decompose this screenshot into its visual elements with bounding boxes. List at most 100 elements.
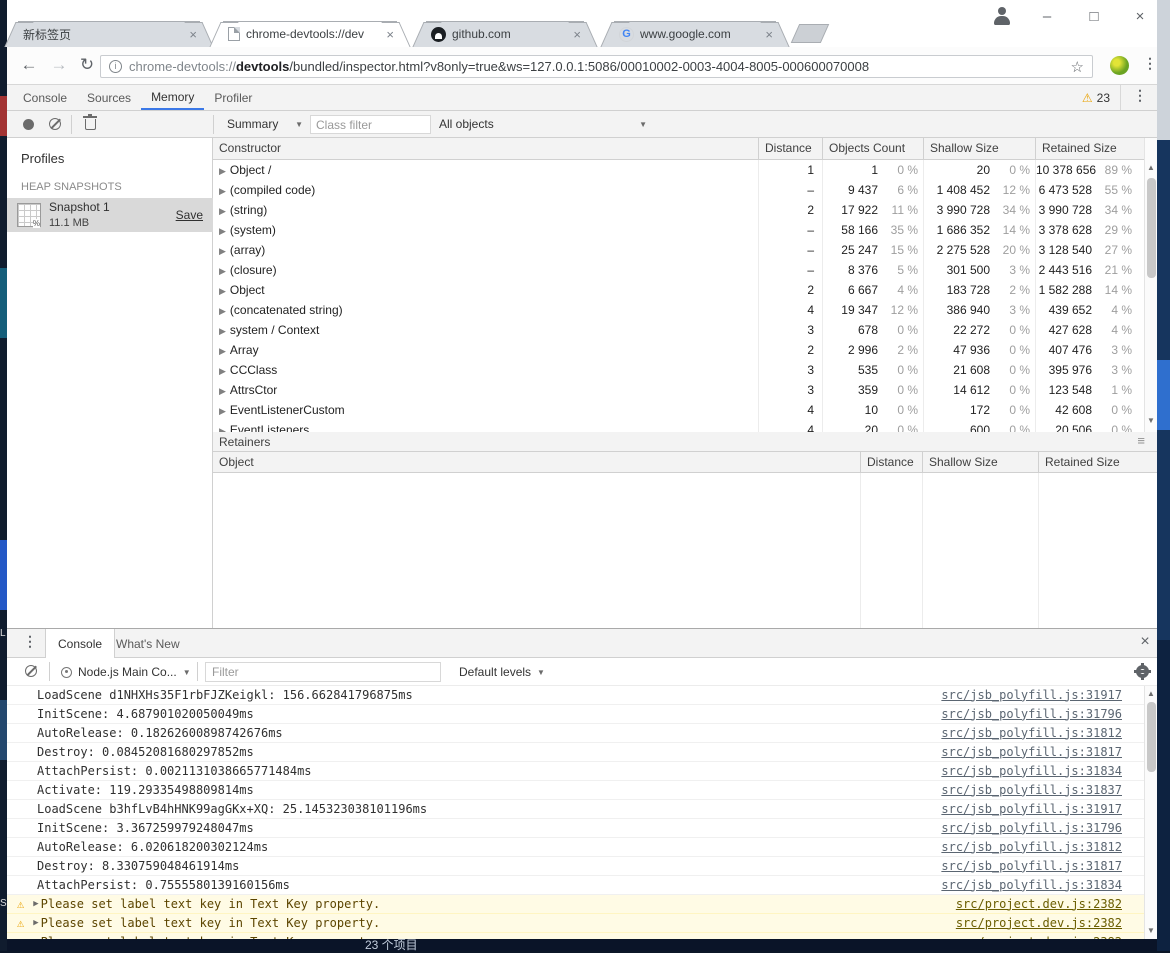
back-button[interactable]: ← — [15, 51, 43, 79]
source-link[interactable]: src/jsb_polyfill.js:31812 — [941, 724, 1122, 743]
heap-table-row[interactable]: ▶system / Context36780 %22 2720 %427 628… — [213, 320, 1157, 340]
retainers-header[interactable]: Retainers ≡ — [213, 432, 1157, 452]
new-tab-button[interactable] — [791, 24, 829, 43]
console-settings-icon[interactable] — [1135, 664, 1150, 679]
log-levels-select[interactable]: Default levels ▼ — [459, 665, 545, 679]
heap-table-row[interactable]: ▶CCClass35350 %21 6080 %395 9763 % — [213, 360, 1157, 380]
heap-table-row[interactable]: ▶(array)–25 24715 %2 275 52820 %3 128 54… — [213, 240, 1157, 260]
col-distance[interactable]: Distance — [860, 452, 922, 472]
browser-tab-google[interactable]: G www.google.com × — [605, 21, 785, 47]
info-icon[interactable]: i — [109, 60, 122, 73]
browser-tab-github[interactable]: github.com × — [417, 21, 593, 47]
browser-tab-devtools[interactable]: chrome-devtools://dev × — [214, 21, 406, 47]
expand-caret-icon[interactable]: ▶ — [219, 206, 226, 216]
constructor-cell[interactable]: ▶CCClass — [213, 360, 758, 380]
browser-menu-icon[interactable]: ⋮ — [1142, 55, 1158, 77]
close-button[interactable]: × — [1125, 5, 1155, 27]
maximize-button[interactable]: □ — [1079, 5, 1109, 27]
constructor-cell[interactable]: ▶system / Context — [213, 320, 758, 340]
tab-close-icon[interactable]: × — [189, 28, 197, 41]
heap-table-row[interactable]: ▶(concatenated string)419 34712 %386 940… — [213, 300, 1157, 320]
source-link[interactable]: src/jsb_polyfill.js:31917 — [941, 800, 1122, 819]
source-link[interactable]: src/project.dev.js:2382 — [956, 895, 1122, 914]
expand-caret-icon[interactable]: ▶ — [33, 914, 38, 933]
expand-caret-icon[interactable]: ▶ — [33, 933, 38, 940]
source-link[interactable]: src/jsb_polyfill.js:31917 — [941, 686, 1122, 705]
expand-caret-icon[interactable]: ▶ — [219, 166, 226, 176]
expand-caret-icon[interactable]: ▶ — [219, 346, 226, 356]
col-object[interactable]: Object — [213, 452, 860, 472]
drawer-tab-whats-new[interactable]: What's New — [104, 629, 192, 658]
source-link[interactable]: src/jsb_polyfill.js:31796 — [941, 705, 1122, 724]
constructor-cell[interactable]: ▶(compiled code) — [213, 180, 758, 200]
heap-table-row[interactable]: ▶Array22 9962 %47 9360 %407 4763 % — [213, 340, 1157, 360]
warnings-badge[interactable]: ⚠ 23 — [1082, 85, 1121, 110]
tab-console[interactable]: Console — [13, 85, 77, 110]
console-filter-input[interactable] — [205, 662, 441, 682]
constructor-cell[interactable]: ▶(concatenated string) — [213, 300, 758, 320]
expand-caret-icon[interactable]: ▶ — [219, 366, 226, 376]
expand-caret-icon[interactable]: ▶ — [219, 386, 226, 396]
address-bar[interactable]: i chrome-devtools://devtools/bundled/ins… — [100, 55, 1093, 78]
scroll-up-icon[interactable]: ▲ — [1145, 163, 1157, 172]
heap-table-row[interactable]: ▶EventListenerCustom4100 %1720 %42 6080 … — [213, 400, 1157, 420]
heap-table-row[interactable]: ▶AttrsCtor33590 %14 6120 %123 5481 % — [213, 380, 1157, 400]
source-link[interactable]: src/jsb_polyfill.js:31812 — [941, 838, 1122, 857]
source-link[interactable]: src/jsb_polyfill.js:31796 — [941, 819, 1122, 838]
snapshot-item[interactable]: Snapshot 1 11.1 MB Save — [7, 198, 213, 232]
source-link[interactable]: src/jsb_polyfill.js:31834 — [941, 762, 1122, 781]
source-link[interactable]: src/jsb_polyfill.js:31834 — [941, 876, 1122, 895]
constructor-cell[interactable]: ▶Object / — [213, 160, 758, 180]
devtools-menu-icon[interactable]: ⋮ — [1133, 87, 1147, 104]
heap-table-row[interactable]: ▶EventListeners4200 %6000 %20 5060 % — [213, 420, 1157, 432]
objects-filter-select[interactable]: All objects ▼ — [439, 117, 647, 131]
expand-caret-icon[interactable]: ▶ — [219, 266, 226, 276]
heap-scrollbar[interactable]: ▲ ▼ — [1144, 138, 1157, 432]
constructor-cell[interactable]: ▶EventListeners — [213, 420, 758, 432]
grip-icon[interactable]: ≡ — [1137, 433, 1145, 448]
expand-caret-icon[interactable]: ▶ — [219, 246, 226, 256]
drawer-menu-icon[interactable]: ⋮ — [23, 633, 37, 650]
extension-icon[interactable] — [1110, 56, 1129, 75]
constructor-cell[interactable]: ▶Array — [213, 340, 758, 360]
scrollbar-thumb[interactable] — [1147, 178, 1156, 278]
col-retained-size[interactable]: Retained Size — [1038, 452, 1157, 472]
col-constructor[interactable]: Constructor — [213, 138, 758, 159]
context-select[interactable]: Node.js Main Co... ▼ — [61, 665, 191, 679]
minimize-button[interactable]: – — [1032, 5, 1062, 27]
bookmark-star-icon[interactable]: ☆ — [1071, 58, 1084, 76]
clear-console-icon[interactable] — [25, 665, 37, 677]
expand-caret-icon[interactable]: ▶ — [219, 186, 226, 196]
constructor-cell[interactable]: ▶(string) — [213, 200, 758, 220]
tab-sources[interactable]: Sources — [77, 85, 141, 110]
source-link[interactable]: src/jsb_polyfill.js:31837 — [941, 781, 1122, 800]
constructor-cell[interactable]: ▶(system) — [213, 220, 758, 240]
expand-caret-icon[interactable]: ▶ — [33, 895, 38, 914]
col-retained-size[interactable]: Retained Size — [1035, 138, 1137, 159]
col-shallow-size[interactable]: Shallow Size — [923, 138, 1035, 159]
constructor-cell[interactable]: ▶EventListenerCustom — [213, 400, 758, 420]
constructor-cell[interactable]: ▶(closure) — [213, 260, 758, 280]
tab-close-icon[interactable]: × — [765, 28, 773, 41]
heap-table-row[interactable]: ▶Object26 6674 %183 7282 %1 582 28814 % — [213, 280, 1157, 300]
constructor-cell[interactable]: ▶(array) — [213, 240, 758, 260]
delete-icon[interactable] — [85, 119, 96, 130]
col-shallow-size[interactable]: Shallow Size — [922, 452, 1038, 472]
heap-table-row[interactable]: ▶(string)217 92211 %3 990 72834 %3 990 7… — [213, 200, 1157, 220]
clear-icon[interactable] — [49, 118, 61, 130]
tab-close-icon[interactable]: × — [386, 28, 394, 41]
scroll-up-icon[interactable]: ▲ — [1145, 689, 1157, 698]
constructor-cell[interactable]: ▶Object — [213, 280, 758, 300]
class-filter-input[interactable] — [310, 115, 431, 134]
source-link[interactable]: src/project.dev.js:2382 — [956, 933, 1122, 940]
heap-table-row[interactable]: ▶(closure)–8 3765 %301 5003 %2 443 51621… — [213, 260, 1157, 280]
reload-button[interactable]: ↻ — [73, 51, 101, 79]
heap-table-row[interactable]: ▶(compiled code)–9 4376 %1 408 45212 %6 … — [213, 180, 1157, 200]
col-objects-count[interactable]: Objects Count — [822, 138, 923, 159]
scroll-down-icon[interactable]: ▼ — [1145, 926, 1157, 935]
profile-icon[interactable] — [992, 6, 1012, 26]
source-link[interactable]: src/project.dev.js:2382 — [956, 914, 1122, 933]
constructor-cell[interactable]: ▶AttrsCtor — [213, 380, 758, 400]
drawer-close-icon[interactable]: × — [1135, 633, 1155, 653]
record-icon[interactable] — [23, 119, 34, 130]
